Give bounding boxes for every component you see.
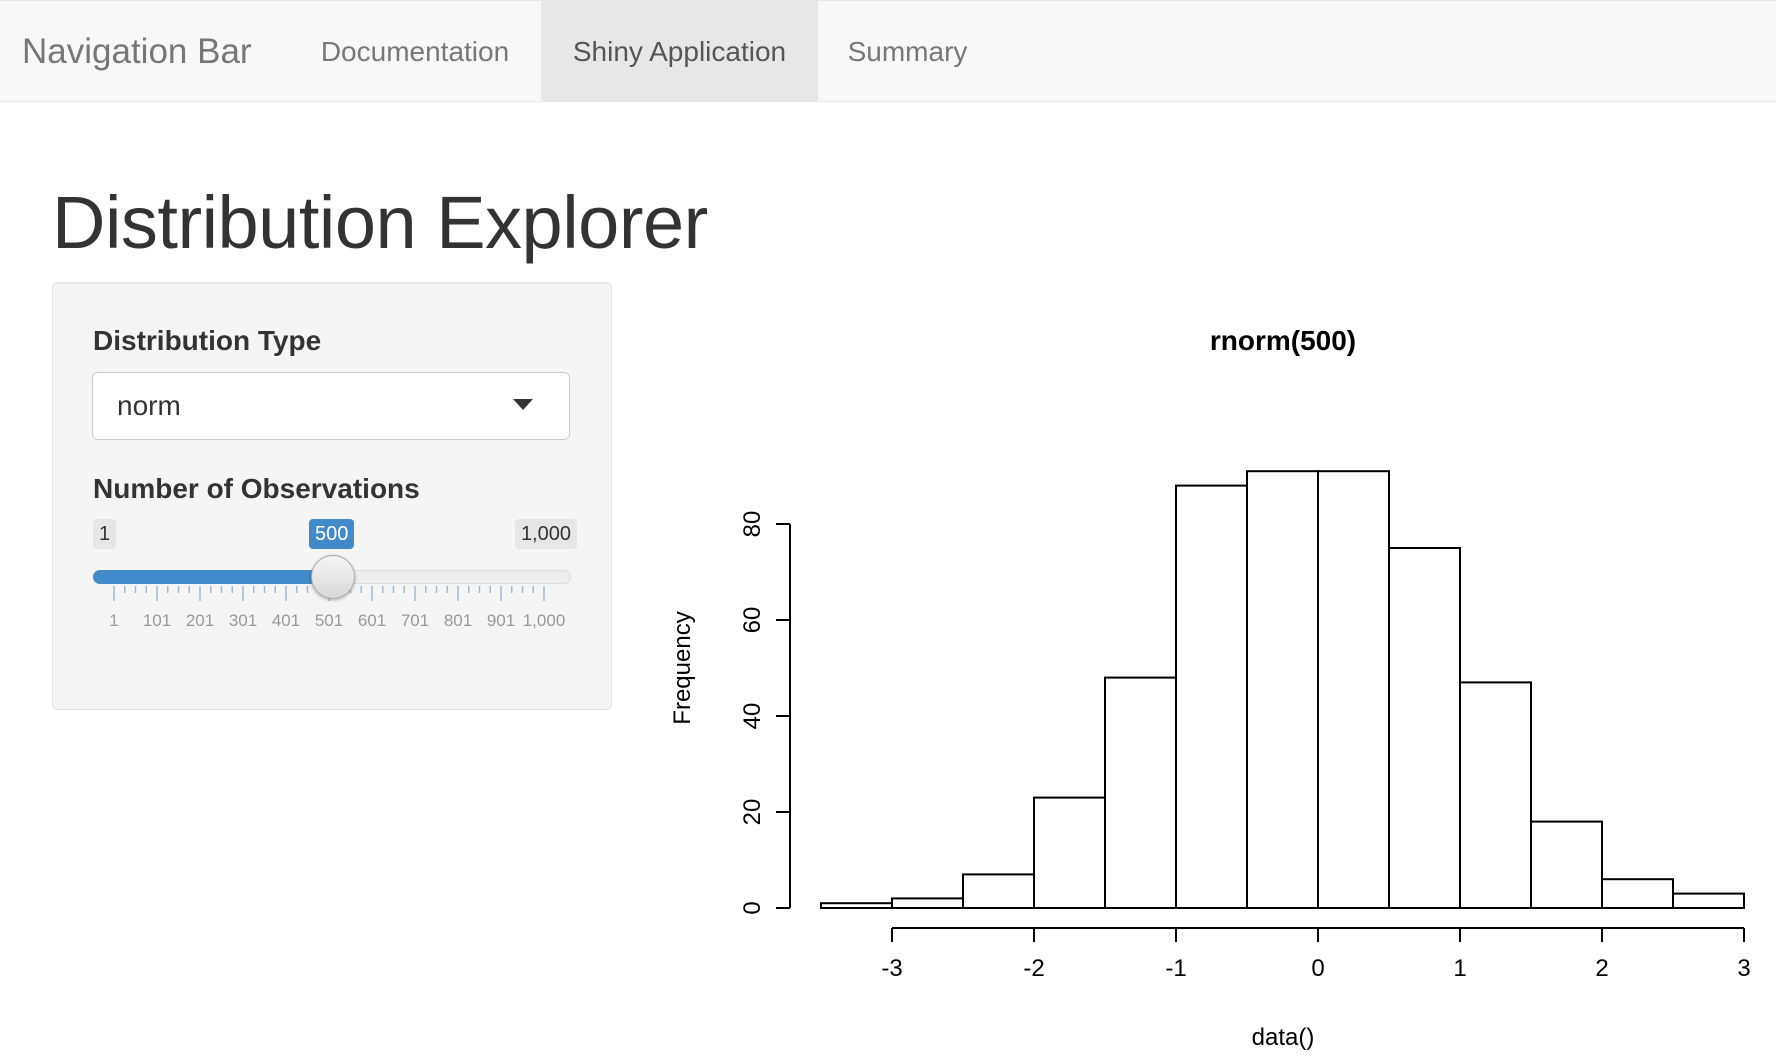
histogram-bar — [1317, 470, 1390, 909]
slider-tick-label: 801 — [443, 611, 473, 630]
chart-x-label: data() — [1252, 1024, 1315, 1051]
slider-tick-label: 501 — [314, 611, 344, 630]
x-tick-label: -3 — [881, 955, 902, 982]
histogram-bar — [1388, 547, 1461, 909]
histogram-bar — [1175, 484, 1248, 909]
histogram-bar — [1601, 878, 1674, 910]
navbar: Navigation Bar Documentation Shiny Appli… — [0, 0, 1776, 102]
slider-tick-label: 1,000 — [522, 611, 566, 630]
y-tick-label: 80 — [739, 511, 766, 538]
x-tick-label: 0 — [1311, 955, 1324, 982]
histogram-bar — [1104, 676, 1177, 909]
histogram-bar — [1672, 892, 1745, 909]
y-tick-label: 20 — [739, 799, 766, 826]
slider-tick-label: 401 — [271, 611, 301, 630]
tab-documentation[interactable]: Documentation — [296, 1, 534, 102]
chart-title: rnorm(500) — [1210, 325, 1356, 356]
histogram-bar — [962, 873, 1035, 910]
x-tick-label: 3 — [1737, 955, 1750, 982]
histogram-bar — [1459, 681, 1532, 909]
slider-tick-label: 701 — [400, 611, 430, 630]
histogram-bar — [1033, 796, 1106, 910]
histogram-bar — [1246, 470, 1319, 909]
histogram-bar — [820, 902, 893, 910]
slider-tick-label: 201 — [185, 611, 215, 630]
y-tick-label: 0 — [739, 901, 766, 914]
x-tick-label: -2 — [1023, 955, 1044, 982]
slider-tick-label: 101 — [142, 611, 172, 630]
y-tick-label: 40 — [739, 703, 766, 730]
histogram-bar — [1530, 820, 1603, 909]
tab-shiny-application[interactable]: Shiny Application — [541, 1, 818, 102]
slider-tick-label: 601 — [357, 611, 387, 630]
page-title: Distribution Explorer — [52, 181, 708, 264]
slider-tick-label: 301 — [228, 611, 258, 630]
slider-tick-label: 901 — [486, 611, 516, 630]
x-tick-label: 2 — [1595, 955, 1608, 982]
slider-handle[interactable] — [311, 555, 355, 599]
y-tick-label: 60 — [739, 607, 766, 634]
histogram-chart: rnorm(500) data() Frequency -3 -2 -1 0 1 2 3 0… — [669, 325, 1751, 1051]
sidebar-panel: Distribution Type norm Number of Observa… — [52, 282, 612, 710]
slider-tick-label: 1 — [109, 611, 119, 630]
navbar-brand[interactable]: Navigation Bar — [22, 1, 252, 103]
histogram-bar — [891, 897, 964, 910]
tab-summary[interactable]: Summary — [825, 1, 990, 102]
chart-y-label: Frequency — [669, 611, 696, 724]
x-tick-label: 1 — [1453, 955, 1466, 982]
x-tick-label: -1 — [1165, 955, 1186, 982]
